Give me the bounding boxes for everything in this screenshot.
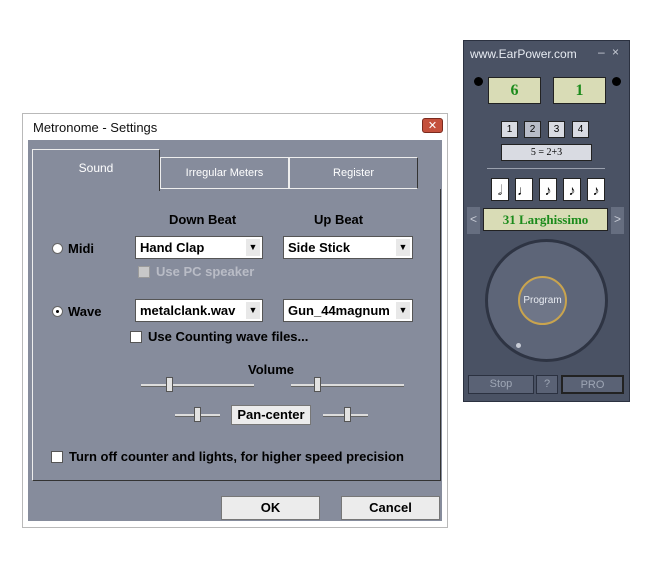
divider [487,168,605,169]
close-button[interactable]: ✕ [422,118,443,133]
chevron-down-icon[interactable]: ▼ [396,302,410,319]
wave-down-beat-value: metalclank.wav [140,303,236,318]
tab-register[interactable]: Register [289,157,418,189]
chevron-down-icon[interactable]: ▼ [246,302,260,319]
help-button[interactable]: ? [536,375,558,394]
down-beat-volume-slider[interactable] [166,377,173,392]
wave-radio[interactable] [52,306,63,317]
midi-label: Midi [68,241,94,256]
chevron-down-icon[interactable]: ▼ [396,239,410,256]
wave-up-beat-value: Gun_44magnum [288,303,390,318]
program-button[interactable]: Program [518,276,567,325]
widget-title: www.EarPower.com [470,47,577,61]
half-note-button[interactable]: 𝅗𝅥 [491,178,509,201]
group-button-1[interactable]: 1 [501,121,518,138]
beat-light-left [474,77,483,86]
ok-button[interactable]: OK [221,496,320,520]
pro-button[interactable]: PRO [561,375,624,394]
use-pc-speaker-checkbox[interactable] [138,266,150,278]
use-pc-speaker-label: Use PC speaker [156,264,255,279]
group-button-2[interactable]: 2 [524,121,541,138]
dialog-body: Sound Irregular Meters Register Down Bea… [28,140,442,521]
group-button-4[interactable]: 4 [572,121,589,138]
down-beat-pan-slider[interactable] [194,407,201,422]
eighth-note-button[interactable]: ♪ [539,178,557,201]
metronome-settings-dialog: Metronome - Settings ✕ Sound Irregular M… [22,113,448,528]
quarter-note-button[interactable]: ♩ [515,178,533,201]
tab-irregular-meters[interactable]: Irregular Meters [160,157,289,189]
beat-light-right [612,77,621,86]
window-controls[interactable]: – × [598,45,621,59]
up-beat-header: Up Beat [314,212,364,227]
up-beat-pan-slider[interactable] [344,407,351,422]
wave-down-beat-select[interactable]: metalclank.wav ▼ [135,299,263,322]
tempo-next-button[interactable]: > [611,207,624,234]
sixteenth-note-button[interactable]: ♪ [563,178,581,201]
count-display: 1 [553,77,606,104]
volume-label: Volume [248,362,294,377]
turn-off-counter-label: Turn off counter and lights, for higher … [69,449,404,464]
pan-center-button[interactable]: Pan-center [231,405,311,425]
tempo-display: 31 Larghissimo [483,208,608,231]
dialog-title: Metronome - Settings [33,120,158,135]
up-beat-volume-track[interactable] [291,384,404,387]
grouping-display[interactable]: 5 = 2+3 [501,144,592,161]
dial-indicator [516,343,521,348]
down-beat-volume-track[interactable] [141,384,254,387]
tab-sound[interactable]: Sound [32,149,160,191]
midi-down-beat-value: Hand Clap [140,240,205,255]
midi-up-beat-value: Side Stick [288,240,351,255]
turn-off-counter-checkbox[interactable] [51,451,63,463]
cancel-button[interactable]: Cancel [341,496,440,520]
up-beat-volume-slider[interactable] [314,377,321,392]
tempo-prev-button[interactable]: < [467,207,480,234]
wave-label: Wave [68,304,102,319]
earpower-metronome-widget: www.EarPower.com – × 6 1 1 2 3 4 5 = 2+3… [463,40,630,402]
stop-button[interactable]: Stop [468,375,534,394]
use-counting-wave-label: Use Counting wave files... [148,329,309,344]
midi-radio[interactable] [52,243,63,254]
thirtysecond-note-button[interactable]: ♪ [587,178,605,201]
chevron-down-icon[interactable]: ▼ [246,239,260,256]
down-beat-header: Down Beat [169,212,237,227]
midi-down-beat-select[interactable]: Hand Clap ▼ [135,236,263,259]
wave-up-beat-select[interactable]: Gun_44magnum ▼ [283,299,413,322]
midi-up-beat-select[interactable]: Side Stick ▼ [283,236,413,259]
beats-display: 6 [488,77,541,104]
group-button-3[interactable]: 3 [548,121,565,138]
use-counting-wave-checkbox[interactable] [130,331,142,343]
